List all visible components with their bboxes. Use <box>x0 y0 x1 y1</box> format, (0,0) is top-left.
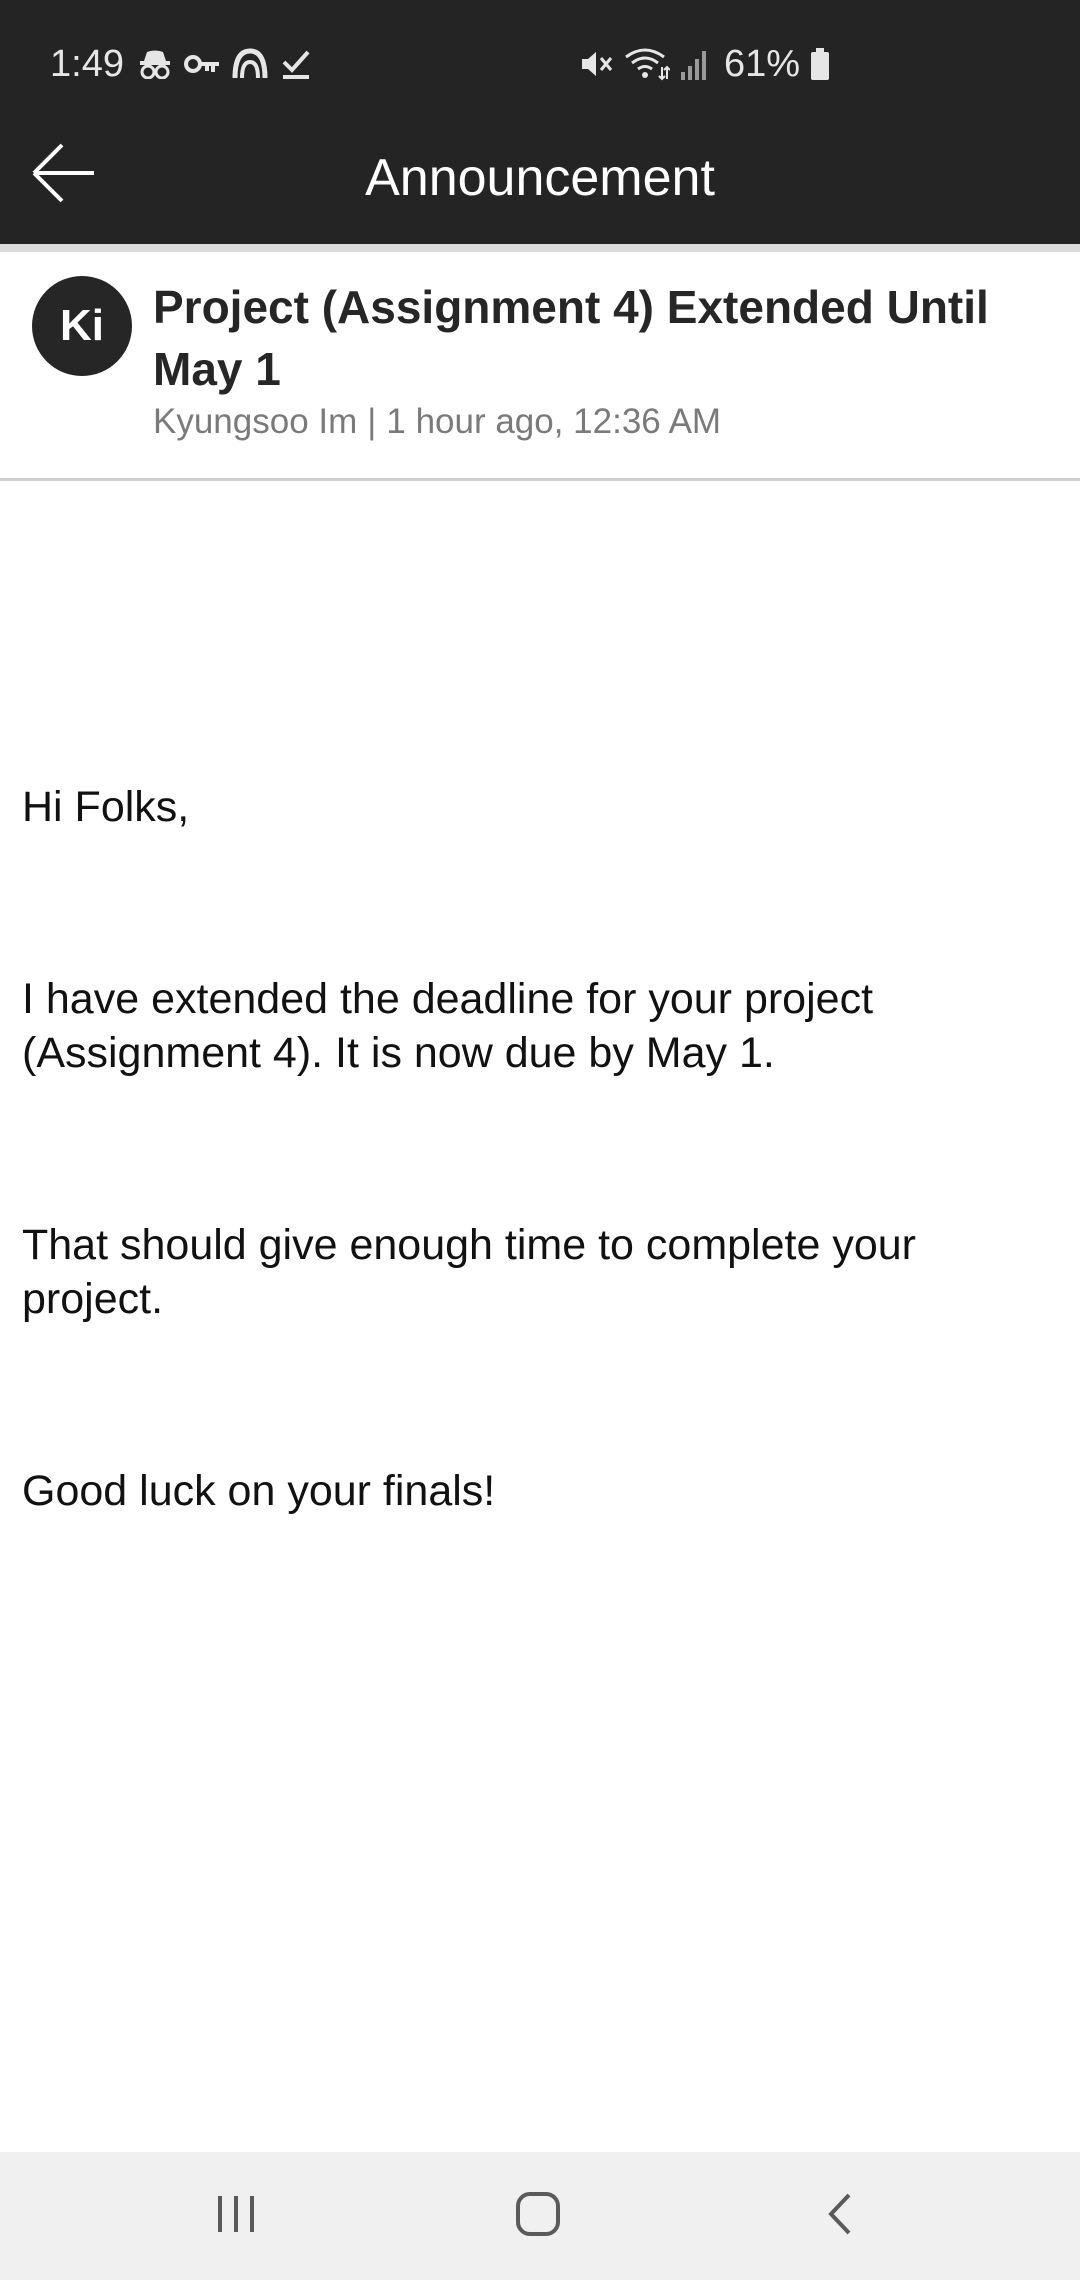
cloud-arc-icon <box>232 48 268 80</box>
battery-percent: 61% <box>724 43 801 85</box>
status-time: 1:49 <box>50 43 124 85</box>
signal-icon <box>680 48 710 80</box>
home-button[interactable] <box>488 2176 588 2256</box>
page-title: Announcement <box>365 149 715 207</box>
app-bar-divider <box>0 244 1080 252</box>
home-icon <box>515 2191 561 2242</box>
status-left-icons <box>138 44 312 84</box>
key-icon <box>184 52 220 76</box>
post-header: Ki Project (Assignment 4) Extended Until… <box>0 252 1080 481</box>
avatar: Ki <box>32 276 132 376</box>
wifi-icon <box>624 47 670 81</box>
checkmark-icon <box>280 48 312 80</box>
system-back-button[interactable] <box>790 2176 890 2256</box>
meta-separator: | <box>367 402 377 441</box>
body-paragraph: Good luck on your finals! <box>22 1467 496 1515</box>
system-nav-bar <box>0 2152 1080 2280</box>
battery-icon <box>810 48 830 80</box>
post-time: 1 hour ago, 12:36 AM <box>386 402 722 441</box>
post-title: Project (Assignment 4) Extended Until Ma… <box>153 281 989 395</box>
body-greeting: Hi Folks, <box>22 783 190 831</box>
body-paragraph: That should give enough time to complete… <box>22 1221 916 1323</box>
app-bar: Announcement <box>0 106 1080 244</box>
status-right-icons: 61% <box>578 40 830 88</box>
incognito-icon <box>138 49 172 79</box>
announcement-screen: 1:49 61% Announcement Ki Project (Assign… <box>0 0 1080 2280</box>
recents-button[interactable] <box>186 2176 286 2256</box>
recents-icon <box>214 2194 258 2239</box>
body-paragraph: I have extended the deadline for your pr… <box>22 975 874 1077</box>
mute-icon <box>578 47 614 81</box>
post-author: Kyungsoo Im <box>153 402 358 441</box>
status-bar: 1:49 61% <box>0 0 1080 106</box>
back-chevron-icon <box>825 2192 855 2241</box>
post-meta: Kyungsoo Im | 1 hour ago, 12:36 AM <box>153 400 721 444</box>
